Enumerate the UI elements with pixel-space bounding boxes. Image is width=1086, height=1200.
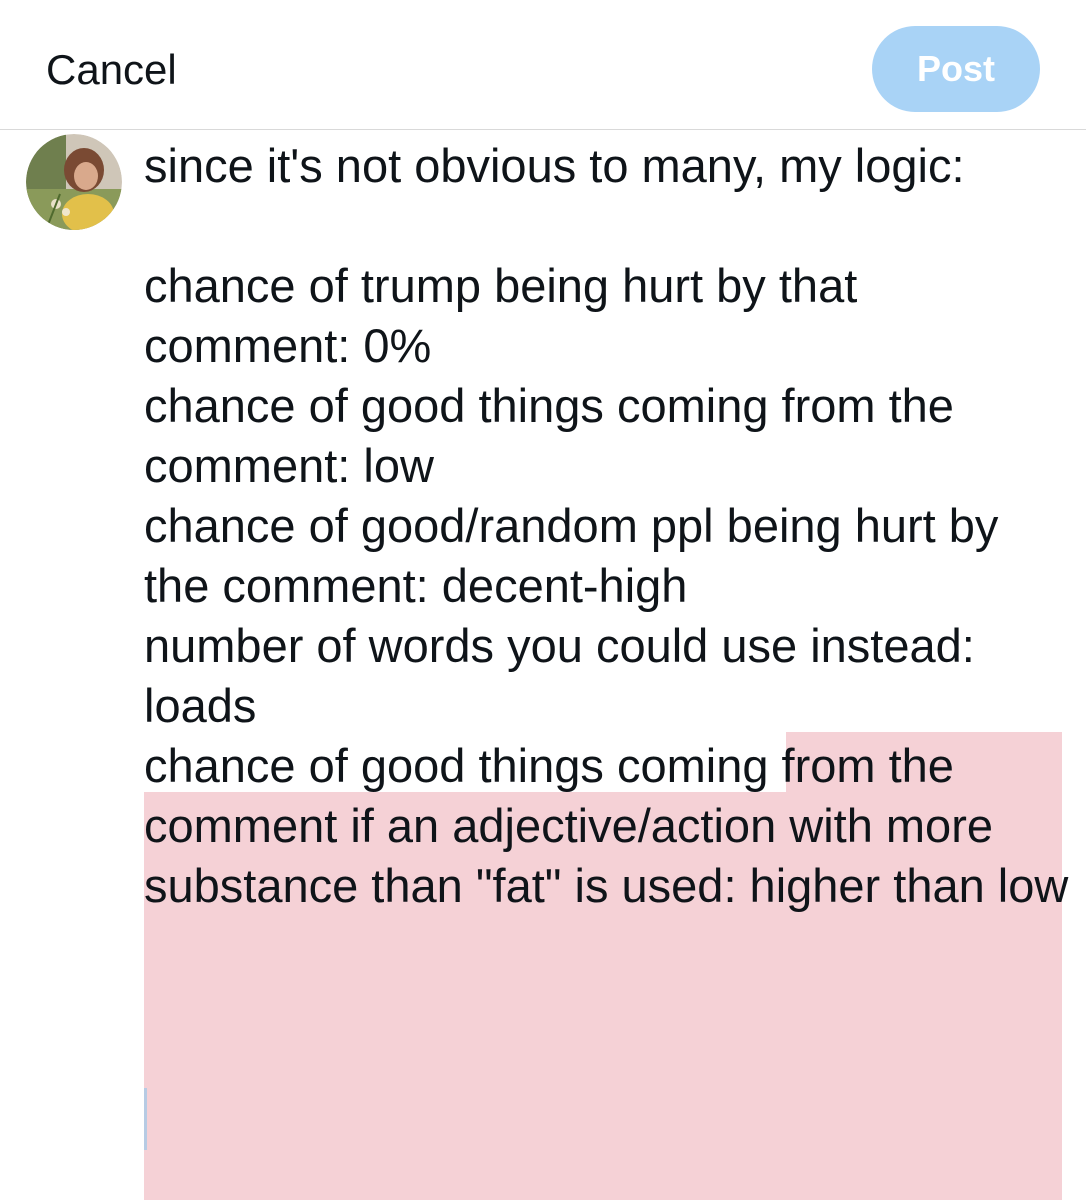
text-cursor [144, 1088, 147, 1150]
tweet-compose-text[interactable]: since it's not obvious to many, my logic… [144, 136, 1074, 916]
cancel-button[interactable]: Cancel [46, 44, 177, 96]
avatar[interactable] [26, 134, 122, 230]
compose-header: Cancel Post [0, 0, 1086, 130]
post-button[interactable]: Post [872, 26, 1040, 112]
user-avatar-icon [26, 134, 122, 230]
